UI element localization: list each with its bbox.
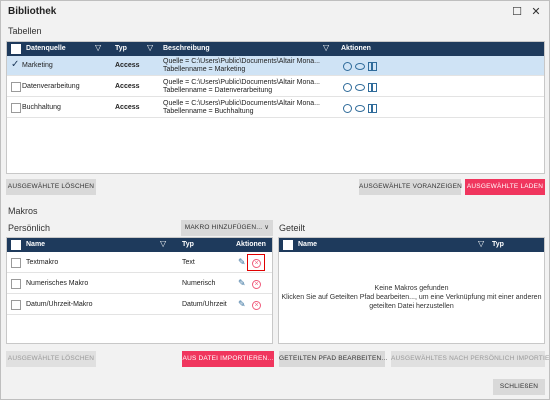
filter-icon[interactable]: ▽ (147, 43, 153, 52)
header-datasource: Datenquelle (26, 45, 66, 52)
eye-icon[interactable] (355, 63, 365, 70)
remove-icon[interactable]: × (252, 280, 261, 289)
row-checkbox[interactable] (11, 258, 21, 268)
row-type: Access (115, 83, 140, 90)
remove-icon[interactable]: × (252, 259, 261, 268)
header-description: Beschreibung (163, 45, 210, 52)
shared-header-row: Name ▽ Typ (279, 238, 544, 252)
header-name: Name (298, 241, 318, 248)
row-desc-source: Quelle = C:\Users\Public\Documents\Altai… (163, 100, 320, 107)
macros-section-label: Makros (8, 206, 38, 216)
row-checkbox[interactable] (11, 103, 21, 113)
close-button[interactable]: SCHLIEßEN (493, 379, 545, 395)
personal-label: Persönlich (8, 223, 51, 233)
title-bar: Bibliothek ☐ ✕ (1, 1, 549, 23)
row-type: Access (115, 104, 140, 111)
gear-icon[interactable] (343, 83, 352, 92)
header-name: Name (26, 241, 46, 248)
add-macro-dropdown[interactable]: MAKRO HINZUFÜGEN... ∨ (181, 220, 273, 236)
personal-header-row: Name ▽ Typ Aktionen (7, 238, 272, 252)
empty-state-message: Keine Makros gefunden Klicken Sie auf Ge… (279, 284, 544, 311)
filter-icon[interactable]: ▽ (478, 239, 484, 248)
chevron-down-icon: ∨ (264, 224, 270, 231)
row-checkbox[interactable] (11, 300, 21, 310)
table-row[interactable]: Buchhaltung Access Quelle = C:\Users\Pub… (7, 98, 544, 118)
edit-shared-path-button[interactable]: GETEILTEN PFAD BEARBEITEN... (279, 351, 387, 367)
header-actions: Aktionen (341, 45, 371, 52)
macro-row[interactable]: Numerisches Makro Numerisch ✎ × (7, 274, 272, 294)
gear-icon[interactable] (343, 104, 352, 113)
header-type: Typ (182, 241, 194, 248)
row-type: Access (115, 62, 140, 69)
panel-icon[interactable] (368, 83, 377, 92)
row-name: Buchhaltung (22, 104, 61, 111)
macro-type: Datum/Uhrzeit (182, 301, 227, 308)
table-row[interactable]: Datenverarbeitung Access Quelle = C:\Use… (7, 77, 544, 97)
library-dialog: Bibliothek ☐ ✕ Tabellen Datenquelle ▽ Ty… (0, 0, 550, 400)
panel-icon[interactable] (368, 104, 377, 113)
tables-preview-selected-button[interactable]: AUSGEWÄHLTE VORANZEIGEN (359, 179, 462, 195)
pencil-icon[interactable]: ✎ (238, 278, 246, 289)
macro-type: Numerisch (182, 280, 216, 287)
filter-icon[interactable]: ▽ (160, 239, 166, 248)
select-all-checkbox[interactable] (11, 240, 21, 250)
header-type: Typ (115, 45, 127, 52)
empty-title: Keine Makros gefunden (374, 285, 449, 292)
pencil-icon[interactable]: ✎ (238, 299, 246, 310)
macro-type: Text (182, 259, 195, 266)
row-desc-source: Quelle = C:\Users\Public\Documents\Altai… (163, 58, 320, 65)
table-row[interactable]: ✓ Marketing Access Quelle = C:\Users\Pub… (7, 56, 544, 76)
filter-icon[interactable]: ▽ (95, 43, 101, 52)
maximize-button[interactable]: ☐ (510, 5, 524, 19)
header-actions: Aktionen (236, 241, 266, 248)
row-desc-table: Tabellenname = Datenverarbeitung (163, 87, 273, 94)
row-desc-table: Tabellenname = Marketing (163, 66, 246, 73)
row-checkbox[interactable] (11, 82, 21, 92)
window-title: Bibliothek (8, 6, 57, 17)
remove-icon[interactable]: × (252, 301, 261, 310)
eye-icon[interactable] (355, 84, 365, 91)
filter-icon[interactable]: ▽ (323, 43, 329, 52)
select-all-checkbox[interactable] (283, 240, 293, 250)
personal-macros-grid: Name ▽ Typ Aktionen Textmakro Text ✎ × N… (6, 237, 273, 344)
empty-hint: Klicken Sie auf Geteilten Pfad bearbeite… (281, 294, 542, 301)
tables-load-selected-button[interactable]: AUSGEWÄHLTE LADEN (465, 179, 545, 195)
row-name: Datenverarbeitung (22, 83, 80, 90)
macro-name: Datum/Uhrzeit-Makro (26, 301, 93, 308)
pencil-icon[interactable]: ✎ (238, 257, 246, 268)
shared-label: Geteilt (279, 223, 306, 233)
tables-section-label: Tabellen (8, 26, 42, 36)
row-name: Marketing (22, 62, 53, 69)
macro-name: Textmakro (26, 259, 59, 266)
macro-row[interactable]: Textmakro Text ✎ × (7, 253, 272, 273)
tables-grid: Datenquelle ▽ Typ ▽ Beschreibung ▽ Aktio… (6, 41, 545, 174)
row-desc-table: Tabellenname = Buchhaltung (163, 108, 254, 115)
checkmark-icon[interactable]: ✓ (11, 59, 19, 70)
import-to-personal-button[interactable]: AUSGEWÄHLTES NACH PERSÖNLICH IMPORTIEREN (391, 351, 550, 367)
macro-name: Numerisches Makro (26, 280, 89, 287)
row-desc-source: Quelle = C:\Users\Public\Documents\Altai… (163, 79, 320, 86)
tables-delete-selected-button[interactable]: AUSGEWÄHLTE LÖSCHEN (6, 179, 96, 195)
tables-header-row: Datenquelle ▽ Typ ▽ Beschreibung ▽ Aktio… (7, 42, 544, 56)
import-from-file-button[interactable]: AUS DATEI IMPORTIEREN... (182, 351, 274, 367)
close-window-button[interactable]: ✕ (529, 5, 543, 19)
row-checkbox[interactable] (11, 279, 21, 289)
add-macro-label: MAKRO HINZUFÜGEN... (184, 224, 263, 231)
macros-delete-selected-button[interactable]: AUSGEWÄHLTE LÖSCHEN (6, 351, 96, 367)
shared-macros-grid: Name ▽ Typ Keine Makros gefunden Klicken… (278, 237, 545, 344)
gear-icon[interactable] (343, 62, 352, 71)
header-type: Typ (492, 241, 504, 248)
macro-row[interactable]: Datum/Uhrzeit-Makro Datum/Uhrzeit ✎ × (7, 295, 272, 315)
eye-icon[interactable] (355, 105, 365, 112)
empty-hint-cont: geteilten Datei herzustellen (369, 303, 454, 310)
panel-icon[interactable] (368, 62, 377, 71)
select-all-checkbox[interactable] (11, 44, 21, 54)
